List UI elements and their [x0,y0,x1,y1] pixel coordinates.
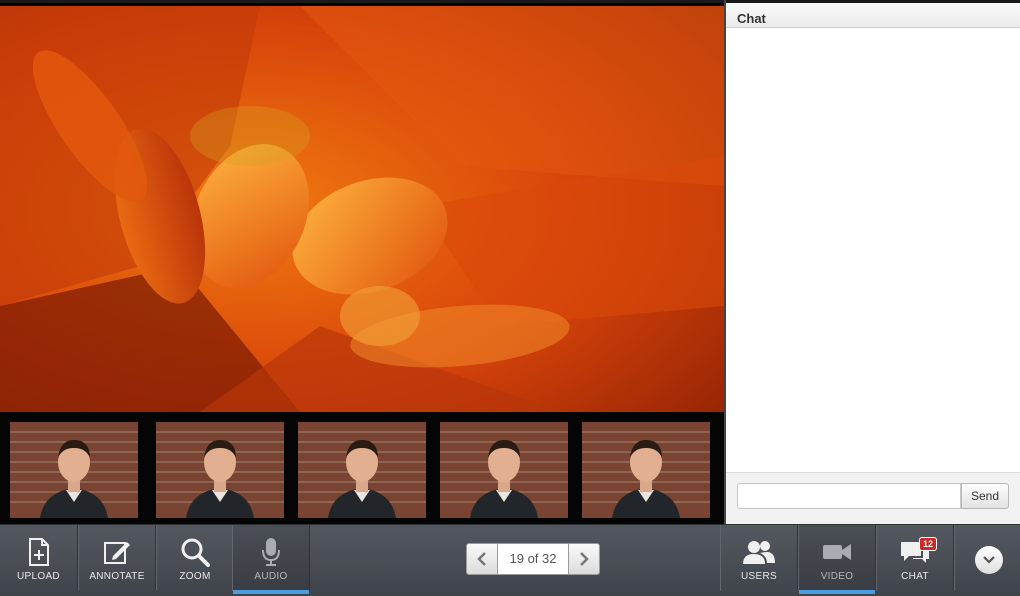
upload-icon [0,537,77,567]
chat-label: CHAT [901,571,929,582]
more-menu-button[interactable] [975,546,1003,574]
slide-image [0,6,724,412]
chat-title: Chat [726,0,1020,28]
page-navigator: 19 of 32 [466,543,600,575]
next-page-button[interactable] [568,543,600,575]
chat-button[interactable]: 12 CHAT [876,525,954,591]
participant-thumbnail[interactable] [582,422,710,518]
video-button[interactable]: VIDEO [798,525,876,594]
page-indicator: 19 of 32 [498,543,568,575]
chevron-down-icon [983,556,995,564]
participant-strip [0,412,724,527]
previous-page-button[interactable] [466,543,498,575]
microphone-icon [233,537,309,567]
annotate-label: ANNOTATE [89,571,145,582]
users-button[interactable]: USERS [720,525,798,591]
participant-thumbnail[interactable] [440,422,568,518]
chat-messages[interactable] [726,28,1020,472]
annotate-button[interactable]: ANNOTATE [78,525,156,591]
chat-count-badge: 12 [919,537,938,551]
chat-compose: Send [726,472,1020,524]
chat-message-input[interactable] [737,483,961,509]
participant-thumbnail[interactable] [156,422,284,518]
chevron-left-icon [477,552,486,566]
bottom-toolbar: UPLOAD ANNOTATE ZOOM AUDIO 19 of 32 USER… [0,524,1020,596]
presentation-stage [0,0,724,527]
active-indicator [233,590,309,594]
users-label: USERS [741,571,777,582]
zoom-button[interactable]: ZOOM [156,525,234,591]
participant-thumbnail[interactable] [298,422,426,518]
video-label: VIDEO [820,571,854,582]
participant-thumbnail[interactable] [10,422,138,518]
users-icon [721,537,797,567]
upload-label: UPLOAD [17,571,60,582]
audio-button[interactable]: AUDIO [232,525,310,594]
chevron-right-icon [580,552,589,566]
audio-label: AUDIO [254,571,288,582]
send-button[interactable]: Send [961,483,1009,509]
chat-panel: Chat Send [724,0,1020,524]
zoom-label: ZOOM [179,571,211,582]
upload-button[interactable]: UPLOAD [0,525,78,591]
video-camera-icon [799,537,875,567]
active-indicator [799,590,875,594]
annotate-icon [79,537,155,567]
zoom-icon [157,537,233,567]
chat-bubbles-icon [877,537,953,567]
